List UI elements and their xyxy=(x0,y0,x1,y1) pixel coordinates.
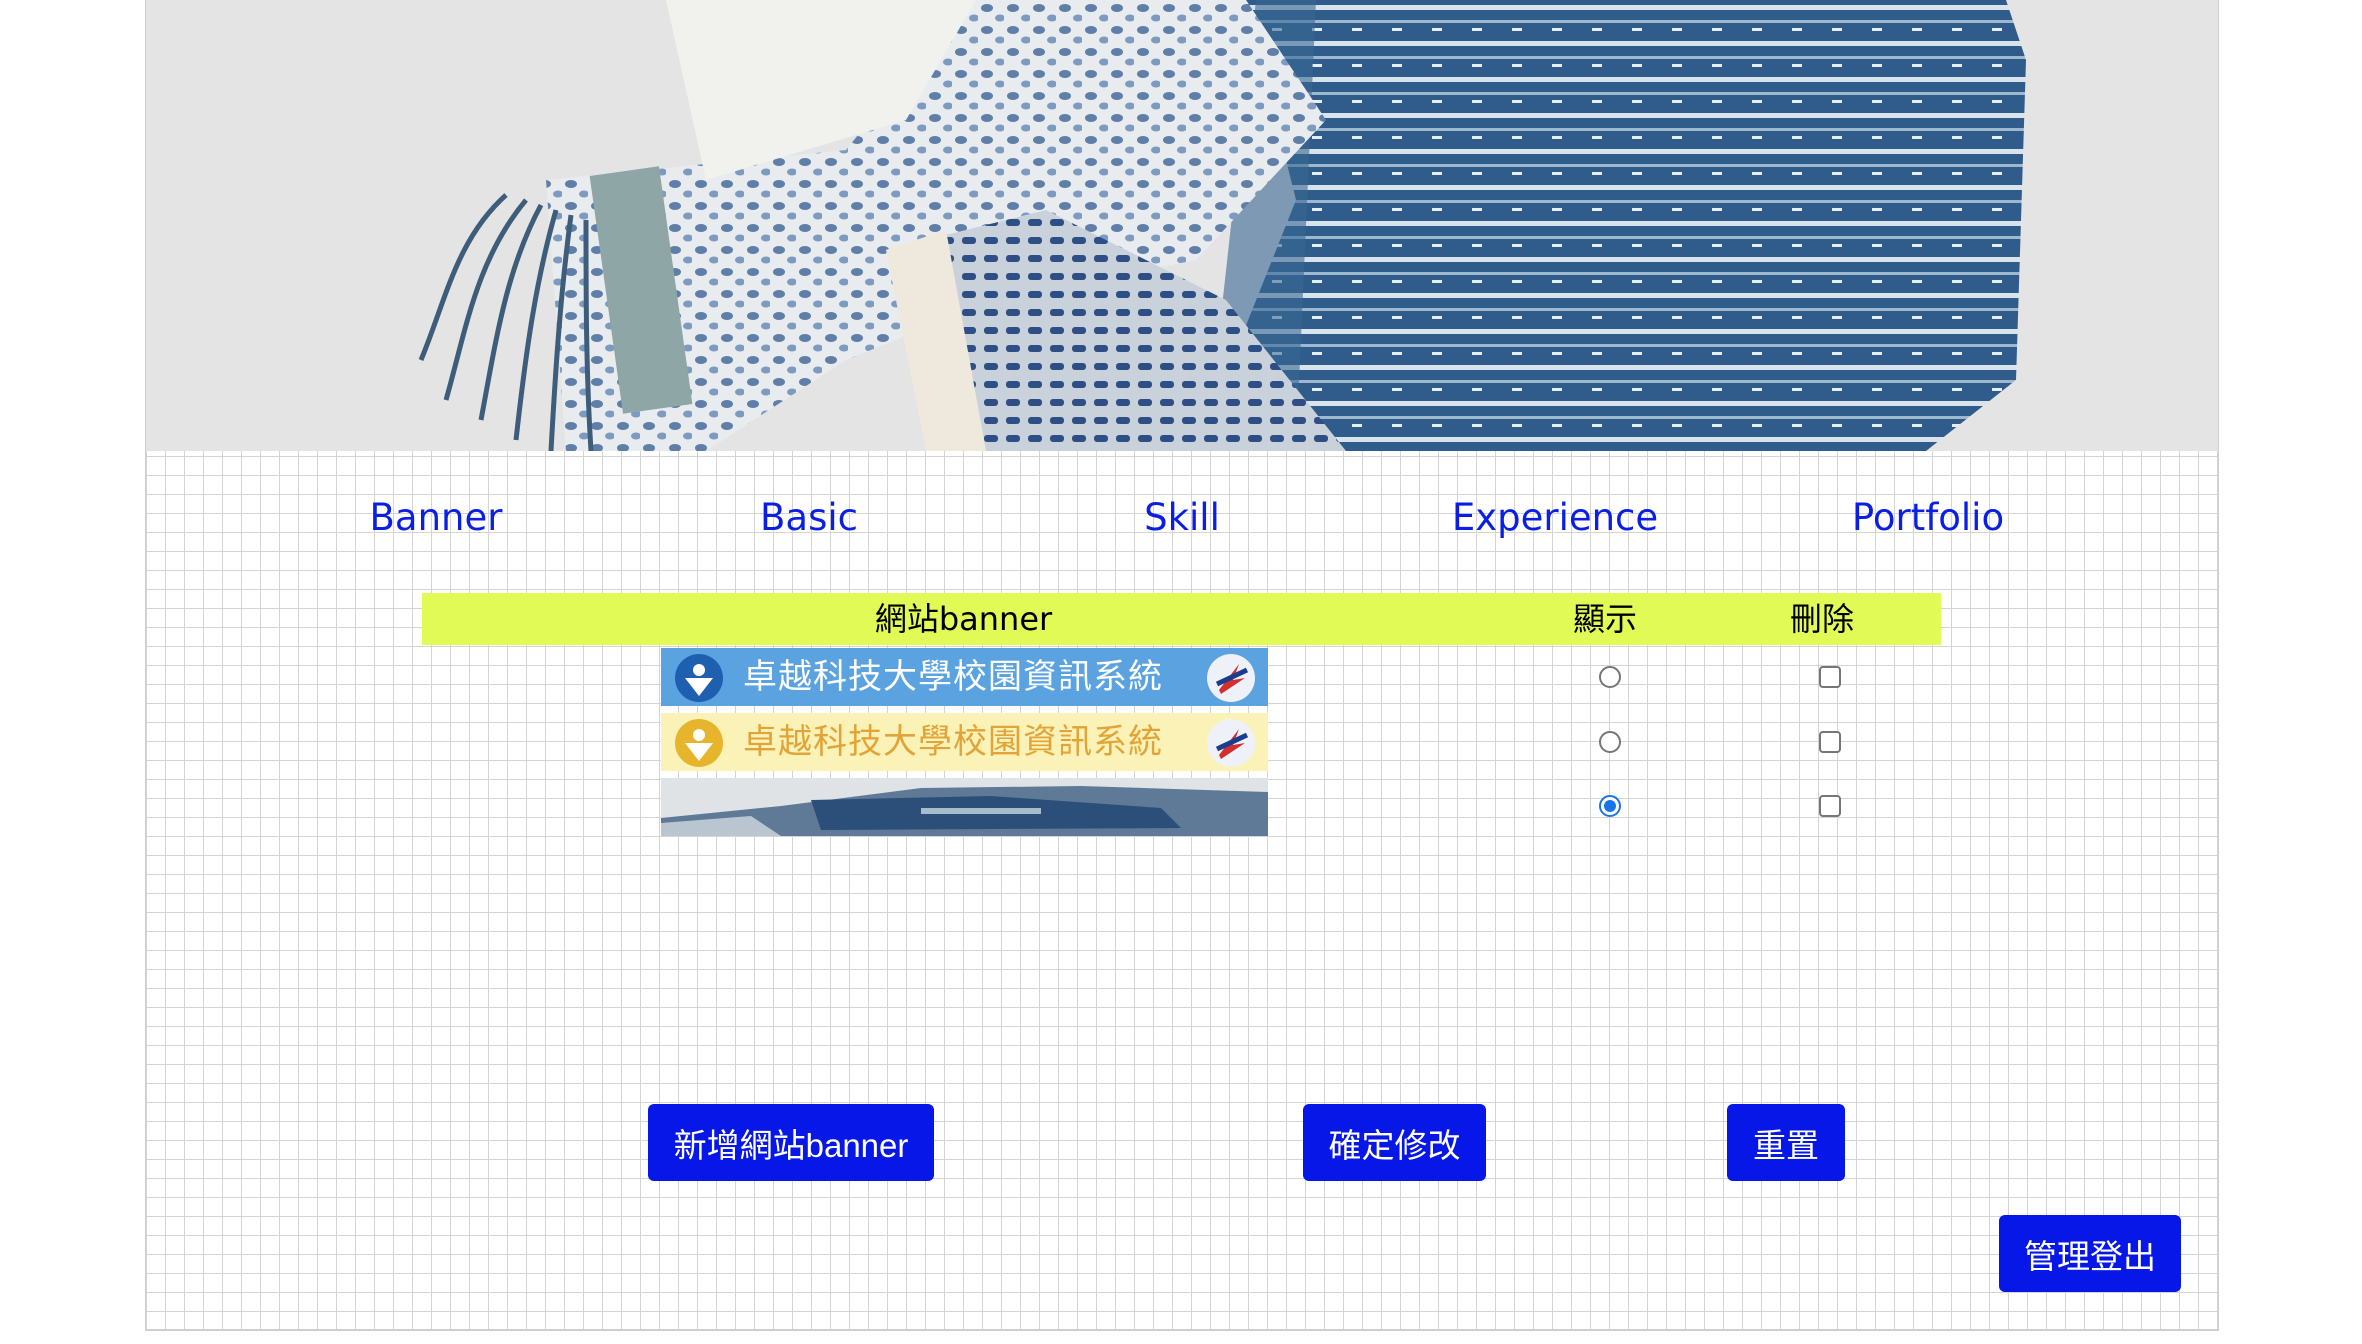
nav-link-experience[interactable]: Experience xyxy=(1405,496,1705,539)
page-container: Banner Basic Skill Experience Portfolio … xyxy=(145,0,2219,1331)
nav-link-skill[interactable]: Skill xyxy=(1032,496,1332,539)
column-header-show: 顯示 xyxy=(1572,600,1637,638)
column-header-banner: 網站banner xyxy=(874,600,1053,638)
logout-button[interactable]: 管理登出 xyxy=(1999,1215,2181,1292)
banner-caption: 卓越科技大學校園資訊系統 xyxy=(743,657,1163,697)
add-banner-button[interactable]: 新增網站banner xyxy=(648,1104,934,1181)
confirm-edit-button[interactable]: 確定修改 xyxy=(1303,1104,1486,1181)
reset-button[interactable]: 重置 xyxy=(1727,1104,1845,1181)
banner-thumbnail xyxy=(661,778,1268,836)
show-radio-selected[interactable] xyxy=(1599,795,1621,817)
delete-checkbox[interactable] xyxy=(1819,666,1841,688)
banner-caption: 卓越科技大學校園資訊系統 xyxy=(743,722,1163,762)
show-radio[interactable] xyxy=(1599,731,1621,753)
nav-link-basic[interactable]: Basic xyxy=(659,496,959,539)
delete-checkbox[interactable] xyxy=(1819,795,1841,817)
show-radio[interactable] xyxy=(1599,666,1621,688)
column-header-delete: 刪除 xyxy=(1789,600,1854,638)
nav-link-banner[interactable]: Banner xyxy=(286,496,586,539)
hero-banner-image xyxy=(146,0,2218,451)
nav-link-portfolio[interactable]: Portfolio xyxy=(1778,496,2078,539)
delete-checkbox[interactable] xyxy=(1819,731,1841,753)
banner-thumbnail: 卓越科技大學校園資訊系統 xyxy=(661,648,1268,706)
banner-thumbnail: 卓越科技大學校園資訊系統 xyxy=(661,713,1268,771)
banner-table-header: 網站banner 顯示 刪除 xyxy=(422,593,1941,645)
